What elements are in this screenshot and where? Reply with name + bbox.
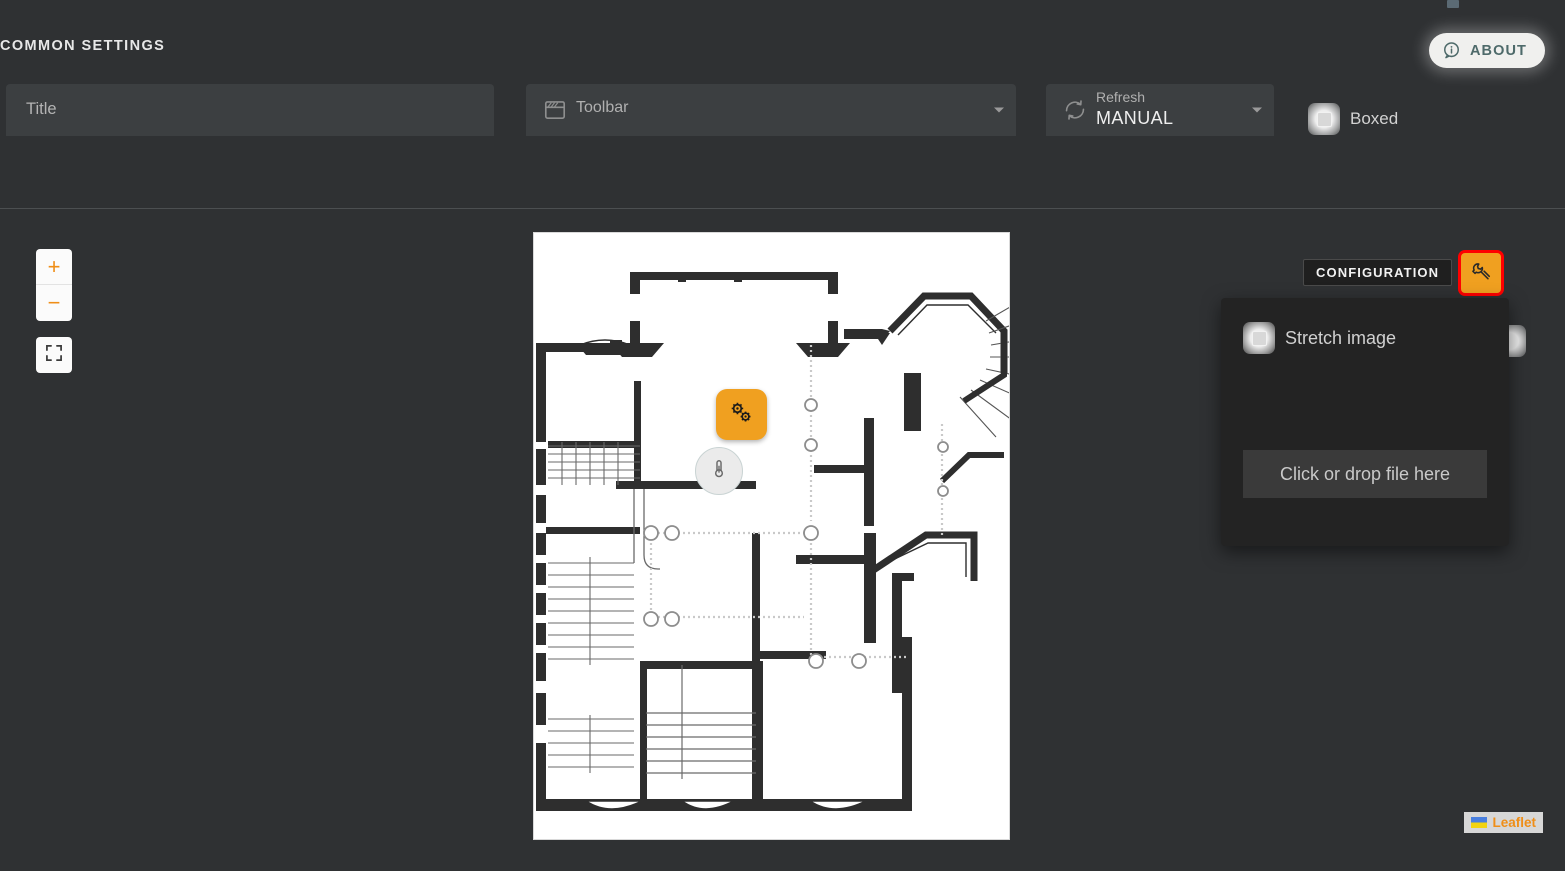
fullscreen-icon bbox=[44, 343, 64, 368]
top-clipped-element bbox=[1447, 0, 1459, 8]
gears-icon bbox=[728, 399, 755, 431]
fullscreen-button[interactable] bbox=[36, 337, 72, 373]
leaflet-attribution[interactable]: Leaflet bbox=[1464, 812, 1543, 833]
refresh-icon bbox=[1062, 97, 1088, 123]
about-button[interactable]: ABOUT bbox=[1428, 33, 1545, 68]
thermometer-icon bbox=[708, 458, 730, 485]
toolbar-icon bbox=[542, 97, 568, 123]
app-root: COMMON SETTINGS ABOUT Title Toolbar Refr… bbox=[0, 0, 1565, 871]
toolbar-label: Toolbar bbox=[576, 99, 629, 116]
refresh-value: MANUAL bbox=[1096, 108, 1174, 128]
stretch-image-checkbox[interactable]: Stretch image bbox=[1243, 322, 1487, 354]
leaflet-attribution-label: Leaflet bbox=[1492, 815, 1536, 830]
configuration-panel: Stretch image Click or drop file here bbox=[1221, 298, 1509, 546]
map-marker-gears[interactable] bbox=[716, 389, 767, 440]
map-marker-thermometer[interactable] bbox=[695, 447, 743, 495]
title-placeholder: Title bbox=[26, 100, 57, 118]
wrench-icon bbox=[1470, 260, 1492, 287]
configuration-button[interactable] bbox=[1458, 250, 1504, 296]
chevron-down-icon bbox=[994, 107, 1004, 112]
zoom-out-button[interactable]: − bbox=[36, 285, 72, 321]
chevron-down-icon bbox=[1252, 107, 1262, 112]
floor-plan-image[interactable] bbox=[533, 232, 1010, 840]
refresh-select[interactable]: Refresh MANUAL bbox=[1046, 84, 1274, 136]
checkbox-box[interactable] bbox=[1243, 322, 1275, 354]
zoom-controls[interactable]: + − bbox=[36, 249, 72, 321]
page-title: COMMON SETTINGS bbox=[0, 38, 166, 54]
toolbar-select[interactable]: Toolbar bbox=[526, 84, 1016, 136]
zoom-in-button[interactable]: + bbox=[36, 249, 72, 285]
file-dropzone-label: Click or drop file here bbox=[1279, 463, 1451, 484]
file-dropzone[interactable]: Click or drop file here bbox=[1243, 450, 1487, 498]
title-field[interactable]: Title bbox=[6, 84, 494, 136]
boxed-checkbox-label: Boxed bbox=[1350, 109, 1399, 128]
checkbox-box[interactable] bbox=[1308, 103, 1340, 135]
refresh-label: Refresh bbox=[1096, 89, 1146, 105]
ukraine-flag-icon bbox=[1471, 817, 1488, 828]
about-button-label: ABOUT bbox=[1469, 42, 1527, 59]
info-icon bbox=[1442, 41, 1461, 60]
boxed-checkbox[interactable]: Boxed bbox=[1308, 103, 1398, 135]
stretch-image-label: Stretch image bbox=[1285, 327, 1397, 348]
